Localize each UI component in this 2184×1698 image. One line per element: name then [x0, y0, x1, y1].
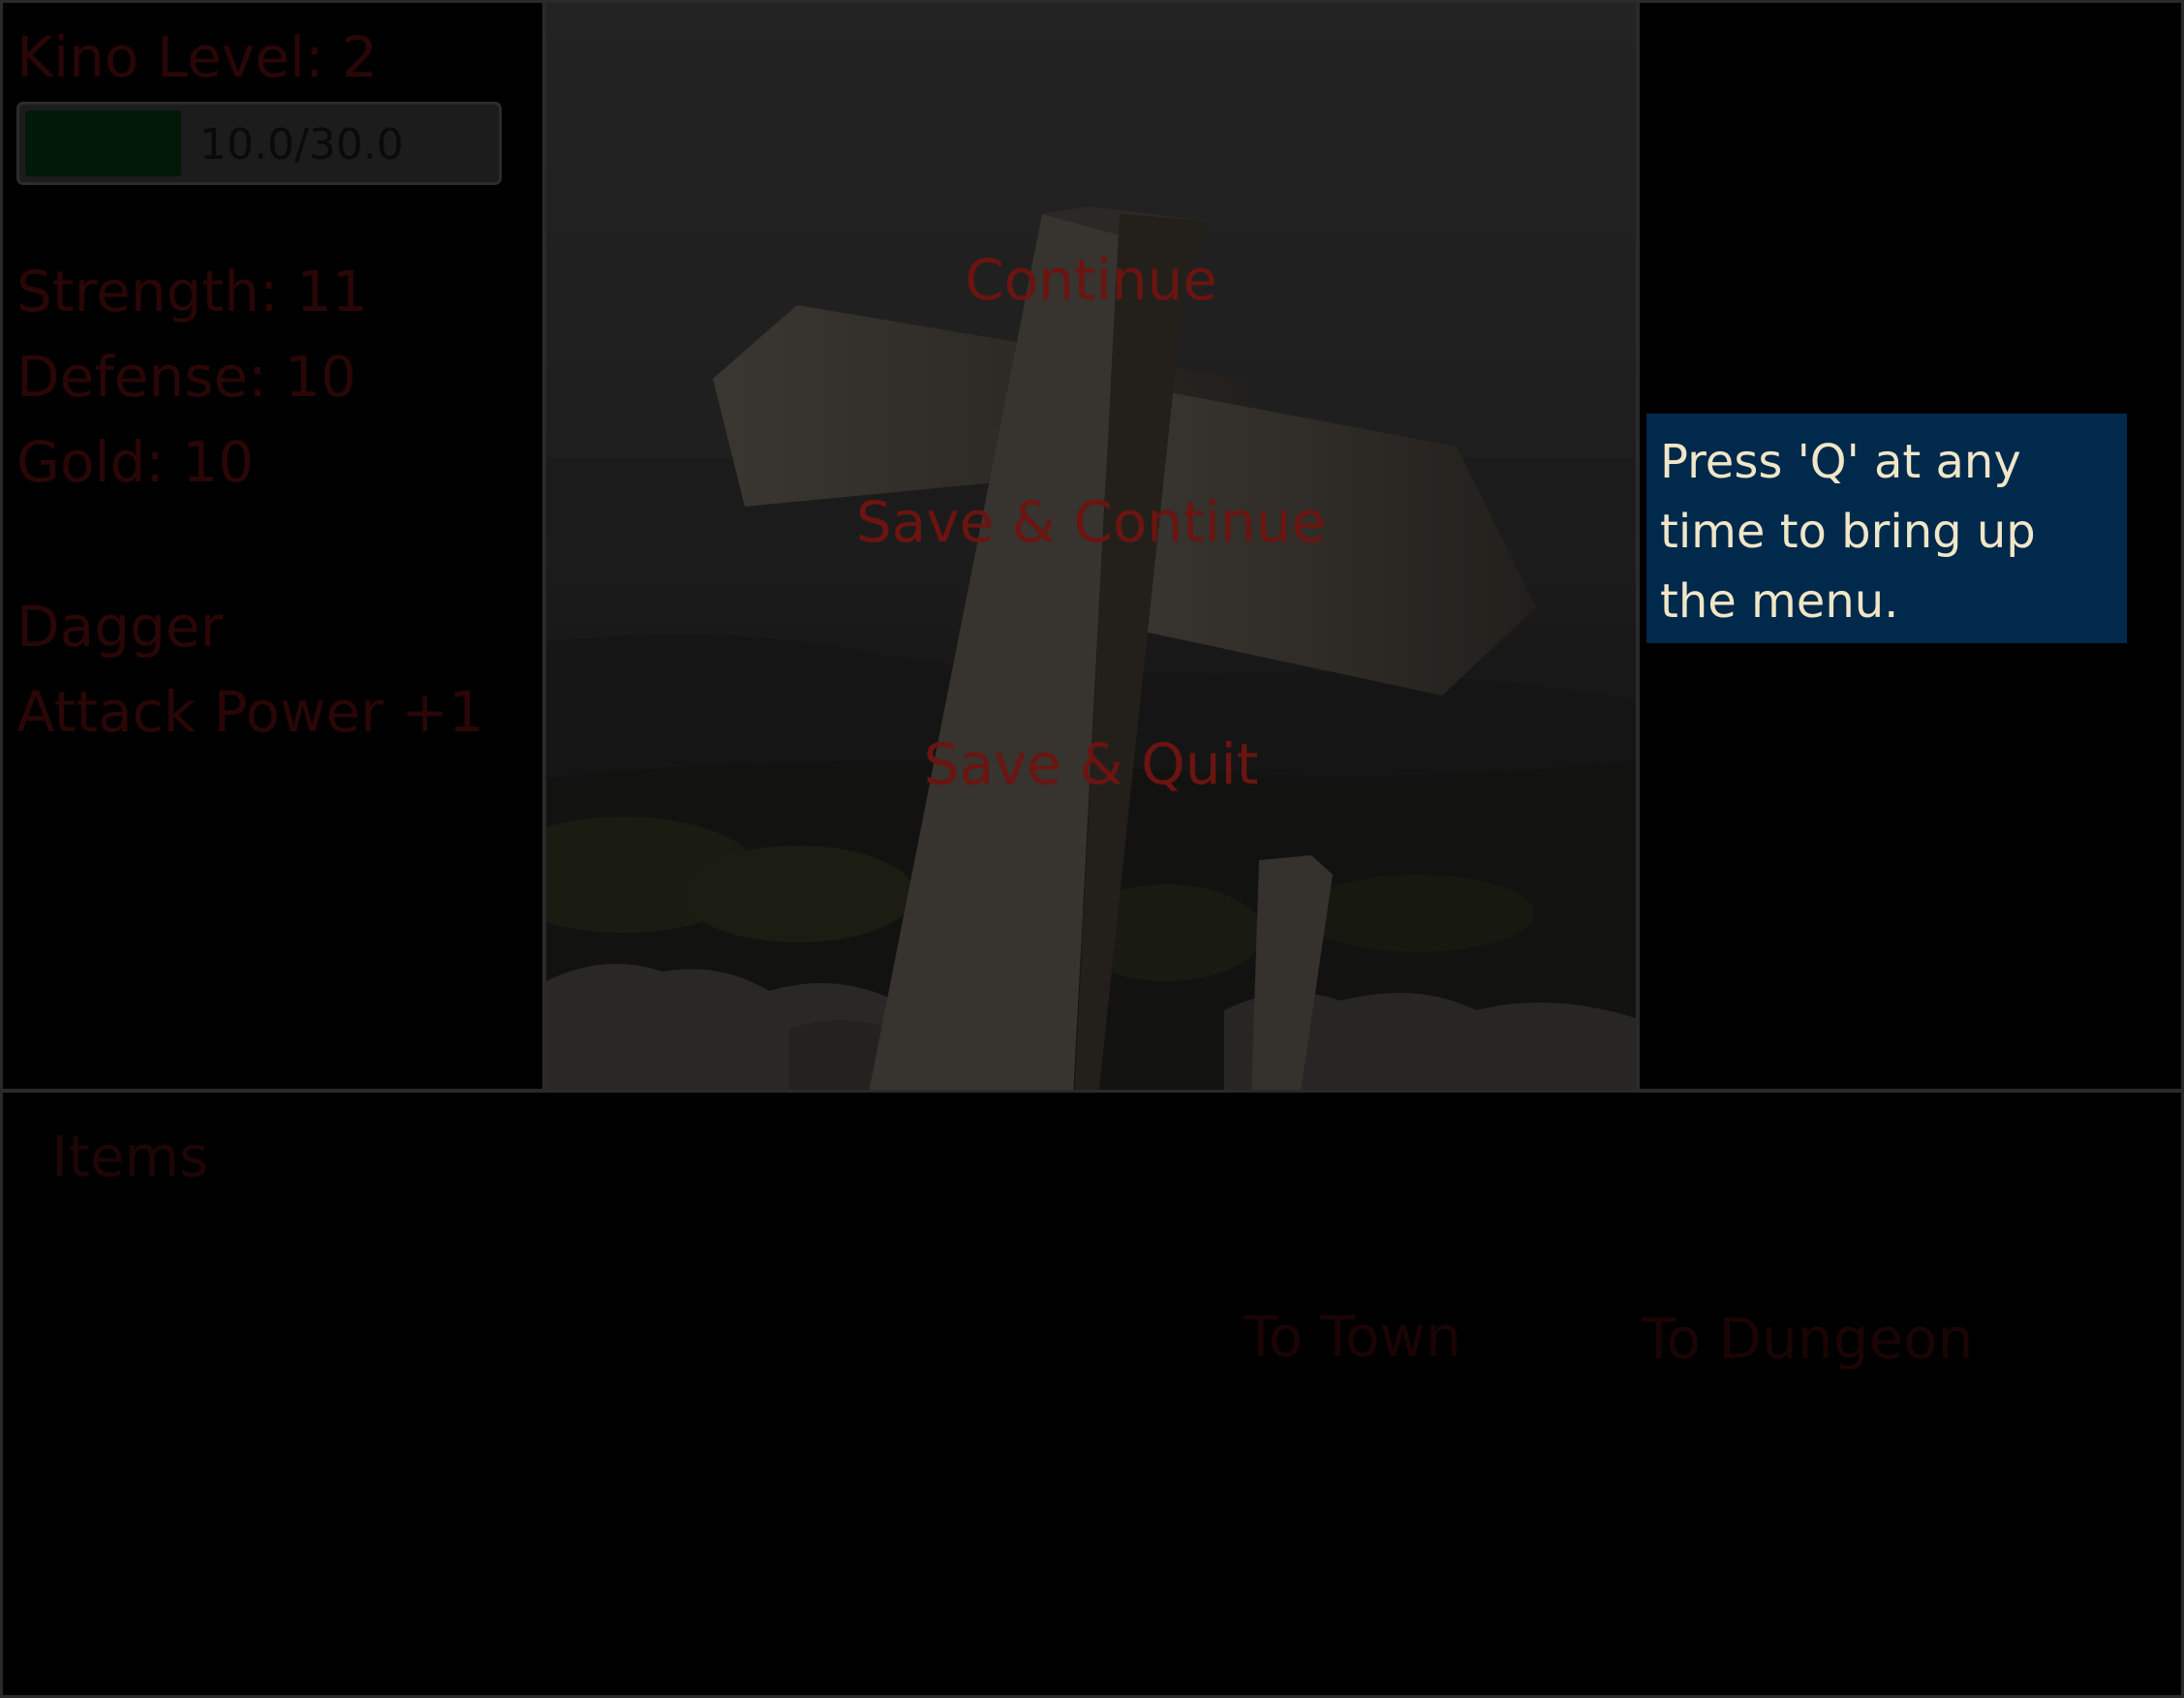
weapon-bonus: Attack Power +1 [16, 679, 484, 745]
to-dungeon-button[interactable]: To Dungeon [1642, 1306, 1973, 1372]
menu-hint-tooltip: Press 'Q' at any time to bring up the me… [1646, 414, 2127, 643]
save-quit-button[interactable]: Save & Quit [546, 731, 1636, 797]
items-label: Items [51, 1124, 209, 1189]
save-continue-button[interactable]: Save & Continue [546, 489, 1636, 555]
to-town-button[interactable]: To Town [1244, 1304, 1461, 1370]
xp-progress-text: 10.0/30.0 [200, 120, 404, 170]
stats-panel: Kino Level: 2 10.0/30.0 Strength: 11 Def… [0, 0, 545, 1092]
defense-stat: Defense: 10 [16, 344, 356, 410]
gold-stat: Gold: 10 [16, 429, 255, 495]
xp-progress-bar: 10.0/30.0 [16, 102, 502, 185]
player-level-label: Kino Level: 2 [16, 24, 378, 90]
scene-panel: Continue Save & Continue Save & Quit [543, 0, 1639, 1095]
continue-button[interactable]: Continue [546, 247, 1636, 313]
weapon-name: Dagger [16, 594, 224, 660]
strength-stat: Strength: 11 [16, 259, 368, 324]
bottom-panel: Items To Town To Dungeon [0, 1090, 2184, 1698]
xp-progress-fill [25, 110, 181, 176]
